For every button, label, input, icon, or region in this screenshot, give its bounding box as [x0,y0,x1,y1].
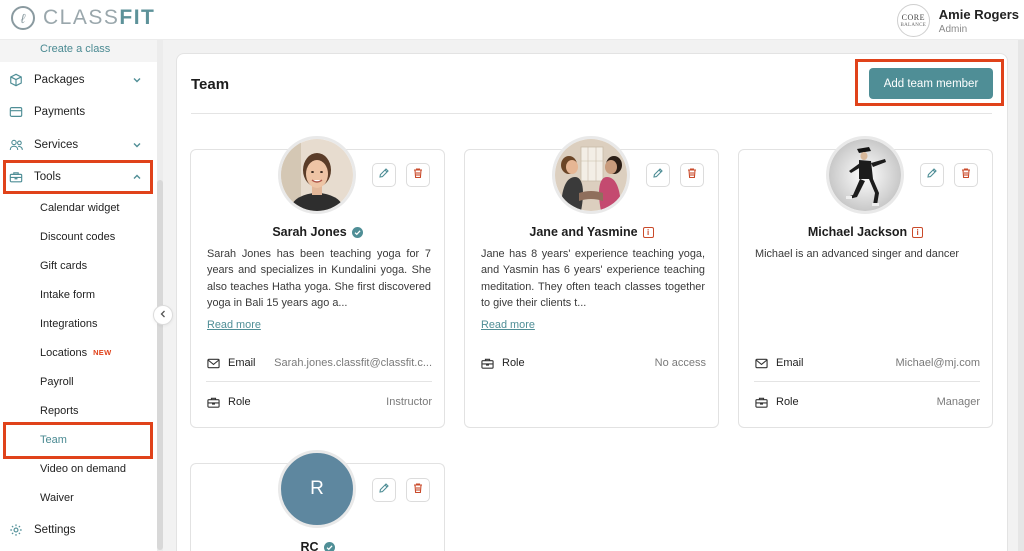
member-name: RC [191,540,444,551]
edit-button[interactable] [372,163,396,187]
pencil-icon [926,166,938,184]
sidebar-item-integrations[interactable]: Integrations [40,318,97,330]
sidebar: Create a class Packages Payments Service… [0,40,160,551]
gear-icon [8,522,24,538]
member-description: Jane has 8 years' experience teaching yo… [481,248,705,309]
sidebar-item-label: Payments [34,106,86,118]
sidebar-item-label: Packages [34,74,85,86]
top-bar: ℓ CLASSFIT CORE BALANCE Amie Rogers Admi… [0,0,1024,40]
avatar [278,136,356,214]
member-role: No access [654,357,706,369]
role-row: Role Instructor [206,393,432,411]
chevron-down-icon [132,75,142,88]
logo-mark-icon: ℓ [11,6,35,30]
sidebar-item-tools[interactable]: Tools [0,164,150,190]
edit-button[interactable] [372,478,396,502]
role-row: Role No access [480,354,706,372]
sidebar-item-label: Tools [34,171,61,183]
verified-icon [351,226,363,238]
sidebar-item-reports[interactable]: Reports [40,405,79,417]
member-name: Jane and Yasmine i [465,225,718,239]
pencil-icon [378,166,390,184]
avatar [826,136,904,214]
package-icon [8,72,24,88]
title-divider [191,113,992,114]
briefcase-icon [480,356,494,370]
app-logo[interactable]: ℓ CLASSFIT [11,6,155,30]
sidebar-item-settings[interactable]: Settings [0,517,150,543]
sidebar-item-payroll[interactable]: Payroll [40,376,74,388]
delete-button[interactable] [680,163,704,187]
member-name: Sarah Jones [191,225,444,239]
sidebar-item-label: Locations [40,347,88,359]
read-more-link[interactable]: Read more [207,319,261,331]
role-row: Role Manager [754,393,980,411]
member-description: Sarah Jones has been teaching yoga for 7… [207,248,431,309]
member-description: Michael is an advanced singer and dancer [755,248,960,260]
briefcase-icon [206,395,220,409]
delete-button[interactable] [406,478,430,502]
sidebar-item-services[interactable]: Services [0,132,150,158]
trash-icon [960,166,972,184]
briefcase-icon [754,395,768,409]
pencil-icon [378,481,390,499]
new-badge: NEW [93,348,112,357]
sidebar-item-calendar-widget[interactable]: Calendar widget [40,202,120,214]
verified-icon [323,541,335,551]
row-divider [206,381,432,382]
sidebar-item-gift-cards[interactable]: Gift cards [40,260,87,272]
mail-icon [206,356,220,370]
sidebar-item-create-class[interactable]: Create a class [40,43,110,55]
read-more-link[interactable]: Read more [481,319,535,331]
info-icon[interactable]: i [912,226,924,238]
sidebar-item-video-on-demand[interactable]: Video on demand [40,463,126,475]
member-email: Michael@mj.com [895,357,980,369]
user-role: Admin [938,23,968,35]
chevron-down-icon [132,140,142,153]
main-scrollbar[interactable] [1018,40,1024,551]
email-row: Email Michael@mj.com [754,354,980,372]
sidebar-item-payments[interactable]: Payments [0,99,150,125]
chevron-up-icon [132,172,142,185]
trash-icon [686,166,698,184]
avatar [552,136,630,214]
mail-icon [754,356,768,370]
sidebar-item-locations[interactable]: Locations NEW [40,347,112,359]
sidebar-item-intake-form[interactable]: Intake form [40,289,95,301]
avatar-initial-letter: R [310,478,324,499]
pencil-icon [652,166,664,184]
collapse-sidebar-button[interactable] [153,305,173,325]
trash-icon [412,166,424,184]
info-icon[interactable]: i [642,226,654,238]
sidebar-item-label: Services [34,139,79,151]
card-icon [8,104,24,120]
member-role: Instructor [386,396,432,408]
sidebar-item-packages[interactable]: Packages [0,67,150,93]
edit-button[interactable] [646,163,670,187]
user-name: Amie Rogers [938,6,1019,22]
member-email: Sarah.jones.classfit@classfit.c... [274,357,432,369]
email-row: Email Sarah.jones.classfit@classfit.c... [206,354,432,372]
delete-button[interactable] [406,163,430,187]
people-icon [8,137,24,153]
page-title: Team [191,76,230,93]
studio-logo: CORE BALANCE [896,4,930,37]
member-role: Manager [936,396,980,408]
delete-button[interactable] [954,163,978,187]
sidebar-item-discount-codes[interactable]: Discount codes [40,231,115,243]
user-menu[interactable]: CORE BALANCE Amie Rogers Admin [896,4,1019,37]
sidebar-item-waiver[interactable]: Waiver [40,492,74,504]
edit-button[interactable] [920,163,944,187]
sidebar-item-team[interactable]: Team [40,434,67,446]
add-team-member-button[interactable]: Add team member [869,68,993,99]
toolbox-icon [8,169,24,185]
chevron-left-icon [158,306,168,324]
user-info: Amie Rogers Admin [939,7,1019,35]
trash-icon [412,481,424,499]
member-name: Michael Jackson i [739,225,992,239]
row-divider [754,381,980,382]
avatar-initial: R [278,450,356,528]
sidebar-item-label: Settings [34,524,76,536]
logo-text: CLASSFIT [43,6,156,29]
